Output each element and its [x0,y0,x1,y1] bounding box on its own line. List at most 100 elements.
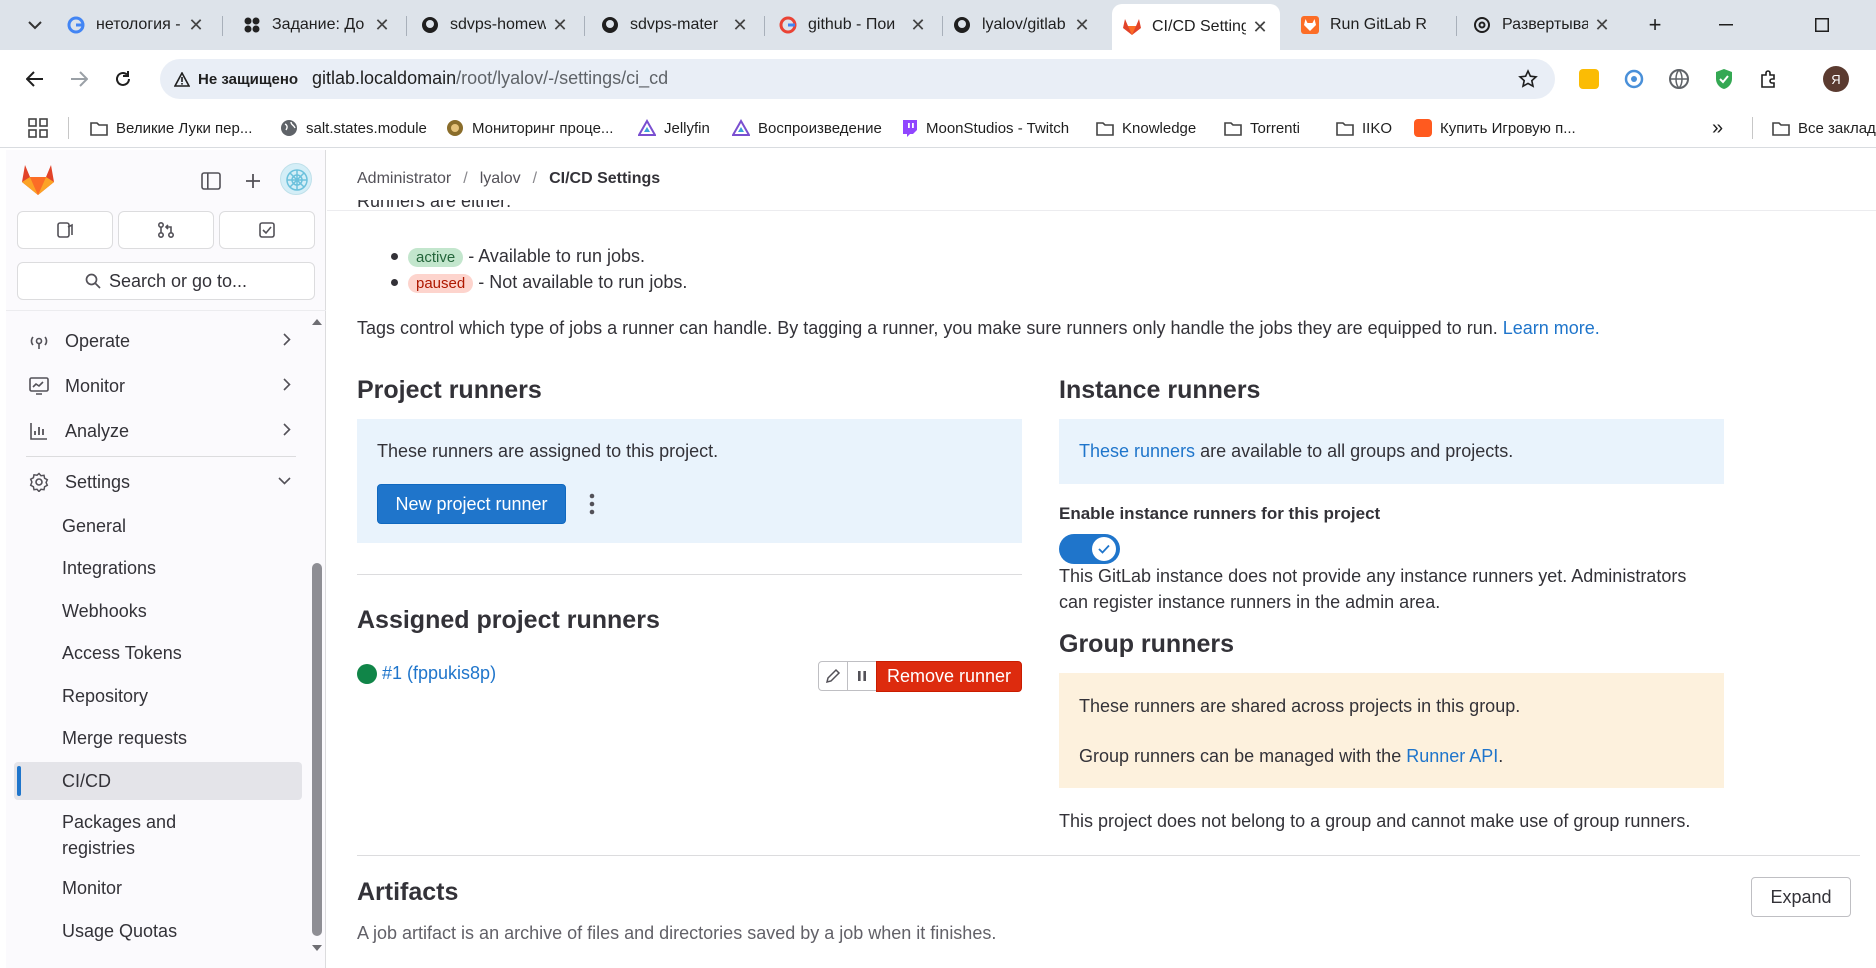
close-icon[interactable]: ✕ [908,15,928,36]
browser-tab[interactable]: github - Пои ✕ [768,6,938,44]
reload-icon [116,71,130,86]
sidebar-scroll-thumb[interactable] [312,563,322,936]
bookmark-item[interactable]: MoonStudios - Twitch [900,114,1069,142]
screen: { "browser": { "tabs": [ {"title": "нето… [0,0,1876,968]
site-security-chip[interactable]: Не защищено [168,64,308,94]
browser-tab[interactable]: Задание: До ✕ [232,6,402,44]
instance-runners-link[interactable]: These runners [1079,441,1195,461]
close-icon[interactable]: ✕ [550,15,570,36]
extension-button[interactable] [1708,63,1740,95]
reload-button[interactable] [106,62,140,96]
runner-link[interactable]: #1 (fppukis8p) [382,663,496,684]
close-icon[interactable]: ✕ [1592,15,1612,36]
gitlab-orange-icon [1300,15,1320,35]
browser-tab[interactable]: lyalov/gitlab ✕ [942,6,1102,44]
todo-quick-button[interactable] [219,211,315,249]
minimize-button[interactable] [1702,8,1750,42]
project-runners-info-panel [357,419,1022,543]
maximize-button[interactable] [1798,8,1846,42]
tab-title: CI/CD Setting [1152,18,1246,35]
tab-divider [584,16,585,36]
sidebar-item-general[interactable]: General [62,516,126,537]
instance-runners-toggle[interactable] [1059,534,1120,564]
runner-options-menu[interactable] [580,490,604,518]
sidebar-item-integrations[interactable]: Integrations [62,558,156,579]
create-new-button[interactable] [238,166,268,196]
sidebar-item-monitor-settings[interactable]: Monitor [62,878,122,899]
list-bullet [391,279,398,286]
runner-link-text: #1 (fppukis8p) [382,663,497,683]
sidebar-item-cicd[interactable]: CI/CD [62,771,111,792]
new-project-runner-button[interactable]: New project runner [377,484,566,524]
sidebar-item-analyze[interactable]: Analyze [17,411,297,451]
forward-button[interactable] [62,62,96,96]
remove-runner-button[interactable]: Remove runner [876,661,1022,692]
close-icon[interactable]: ✕ [372,15,392,36]
bookmark-item[interactable]: IIKO [1336,114,1392,142]
sidebar-item-packages-line2[interactable]: registries [62,838,135,859]
extensions-menu-button[interactable] [1753,63,1785,95]
runner-api-link[interactable]: Runner API [1406,746,1498,766]
toggle-sidebar-button[interactable] [196,166,226,196]
bookmark-item[interactable]: Мониторинг проце... [446,114,613,142]
openai-icon [1472,15,1492,35]
learn-more-link[interactable]: Learn more. [1503,318,1600,338]
bookmark-item[interactable]: Великие Луки пер... [90,114,252,142]
scroll-down-icon[interactable] [311,943,323,953]
extension-button[interactable] [1663,63,1695,95]
close-icon[interactable]: ✕ [186,15,206,36]
back-button[interactable] [18,62,52,96]
browser-tab-active[interactable]: CI/CD Setting ✕ [1112,4,1280,50]
close-icon[interactable]: ✕ [730,15,750,36]
group-runners-info-line2: Group runners can be managed with the Ru… [1079,746,1503,767]
double-chevron-icon: » [1712,116,1724,139]
url-text[interactable]: gitlab.localdomain/root/lyalov/-/setting… [312,68,668,89]
new-tab-button[interactable]: + [1638,6,1672,44]
sidebar-item-label: Monitor [65,375,126,396]
sidebar-item-usage-quotas[interactable]: Usage Quotas [62,921,177,942]
bookmark-item[interactable]: salt.states.module [280,114,427,142]
browser-tab[interactable]: sdvps-mater ✕ [590,6,760,44]
breadcrumb-item[interactable]: lyalov [480,170,521,188]
issues-quick-button[interactable] [17,211,113,249]
user-avatar[interactable] [280,163,312,195]
edit-runner-button[interactable] [818,661,848,691]
breadcrumb-current[interactable]: CI/CD Settings [549,170,660,188]
sidebar-item-webhooks[interactable]: Webhooks [62,601,147,622]
bookmark-item[interactable]: Купить Игровую п... [1414,114,1576,142]
bookmark-star-button[interactable] [1512,63,1544,95]
browser-tab[interactable]: нетология - ✕ [56,6,216,44]
close-icon[interactable]: ✕ [1072,15,1092,36]
sidebar-item-packages[interactable]: Packages and [62,812,176,833]
all-bookmarks-folder[interactable]: Все заклад [1772,114,1876,142]
browser-tab[interactable]: Развертыван ✕ [1462,6,1622,44]
profile-button[interactable]: Я [1820,63,1852,95]
breadcrumb-item[interactable]: Administrator [357,170,451,188]
pause-runner-button[interactable] [847,661,877,691]
close-icon[interactable]: ✕ [1250,17,1270,38]
more-bookmarks-button[interactable]: » [1712,114,1723,142]
sidebar-item-repository[interactable]: Repository [62,686,148,707]
bookmark-item[interactable]: Jellyfin [638,114,710,142]
merge-requests-quick-button[interactable] [118,211,214,249]
extension-button[interactable] [1573,63,1605,95]
instance-runners-note-line2: can register instance runners in the adm… [1059,592,1441,612]
sidebar-item-access-tokens[interactable]: Access Tokens [62,643,182,664]
bookmark-item[interactable]: Knowledge [1096,114,1196,142]
bookmark-item[interactable]: Torrenti [1224,114,1300,142]
sidebar-item-settings[interactable]: Settings [17,462,297,502]
apps-button[interactable] [28,114,48,142]
gitlab-logo[interactable] [20,162,56,198]
browser-tab[interactable]: sdvps-homew ✕ [410,6,580,44]
sidebar-item-monitor[interactable]: Monitor [17,366,297,406]
search-button[interactable]: Search or go to... [17,262,315,300]
extension-button[interactable] [1618,63,1650,95]
chevron-right-icon [283,423,291,436]
sidebar-item-merge-requests[interactable]: Merge requests [62,728,187,749]
sidebar-item-operate[interactable]: Operate [17,321,297,361]
tab-search-button[interactable] [18,11,52,39]
scroll-up-icon[interactable] [311,317,323,327]
browser-tab[interactable]: Run GitLab R [1290,6,1460,44]
bookmark-item[interactable]: Воспроизведение [732,114,882,142]
artifacts-expand-button[interactable]: Expand [1751,877,1851,917]
